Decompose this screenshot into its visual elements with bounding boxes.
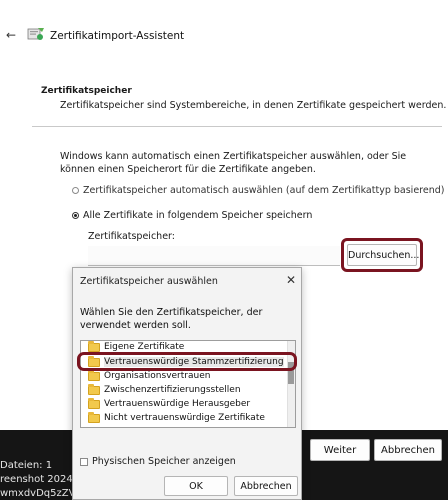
tree-item-trusted-publishers[interactable]: Vertrauenswürdige Herausgeber [88,397,251,410]
folder-icon [88,397,100,409]
overlay-text-line-3: wmxdvDq5zZV [0,488,75,499]
back-arrow-icon[interactable]: ← [6,28,16,42]
tree-item-untrusted[interactable]: Nicht vertrauenswürdige Zertifikate [88,411,265,424]
ok-button[interactable]: OK [164,476,228,496]
tree-item-label: Vertrauenswürdige Stammzertifizierung [104,357,284,367]
tree-item-label: Vertrauenswürdige Herausgeber [104,399,251,409]
tree-item-personal[interactable]: Eigene Zertifikate [88,340,185,353]
dialog-cancel-button[interactable]: Abbrechen [234,476,298,496]
radio-auto-select[interactable]: Zertifikatspeicher automatisch auswählen… [72,185,444,196]
close-icon[interactable]: ✕ [286,273,296,287]
folder-icon [88,411,100,423]
section-title: Zertifikatspeicher [41,86,132,96]
folder-icon [88,355,100,367]
background-screenshot-fragment: Dateien: 1 reenshot 2024- wmxdvDq5zZV [0,430,75,500]
tree-item-label: Zwischenzertifizierungsstellen [104,385,241,395]
intro-text: Windows kann automatisch einen Zertifika… [60,151,407,175]
certificate-store-field[interactable] [88,246,340,266]
wizard-cancel-button[interactable]: Abbrechen [374,439,442,461]
store-field-label: Zertifikatspeicher: [88,231,175,242]
radio-manual-label: Alle Zertifikate in folgendem Speicher s… [83,210,313,221]
dialog-description: Wählen Sie den Zertifikatspeicher, der v… [80,307,263,331]
tree-scrollbar-thumb[interactable] [288,362,294,384]
folder-icon [88,369,100,381]
overlay-text-line-2: reenshot 2024- [0,474,75,485]
certificate-wizard-icon [27,28,44,40]
radio-button-unchecked[interactable] [72,187,79,194]
tree-item-trusted-root[interactable]: Vertrauenswürdige Stammzertifizierung [88,355,284,368]
tree-item-enterprise-trust[interactable]: Organisationsvertrauen [88,369,211,382]
checkbox[interactable] [80,457,88,466]
folder-icon [88,340,100,352]
tree-item-label: Nicht vertrauenswürdige Zertifikate [104,413,265,423]
section-description: Zertifikatspeicher sind Systembereiche, … [60,100,447,111]
folder-icon [88,383,100,395]
header-divider [32,126,442,127]
radio-button-checked[interactable] [72,212,79,219]
tree-item-intermediate[interactable]: Zwischenzertifizierungsstellen [88,383,241,396]
tree-item-label: Eigene Zertifikate [104,342,185,352]
overlay-text-line-1: Dateien: 1 [0,460,53,471]
browse-button[interactable]: Durchsuchen... [347,244,419,266]
tree-scrollbar[interactable] [287,341,295,427]
show-physical-store[interactable]: Physischen Speicher anzeigen [80,456,236,467]
next-button[interactable]: Weiter [310,439,370,461]
checkbox-label: Physischen Speicher anzeigen [92,456,236,467]
dialog-title: Zertifikatspeicher auswählen [80,276,218,287]
window-title: Zertifikatimport-Assistent [50,30,185,42]
tree-item-label: Organisationsvertrauen [104,371,211,381]
radio-auto-label: Zertifikatspeicher automatisch auswählen… [83,185,445,196]
radio-manual-store[interactable]: Alle Zertifikate in folgendem Speicher s… [72,210,312,221]
